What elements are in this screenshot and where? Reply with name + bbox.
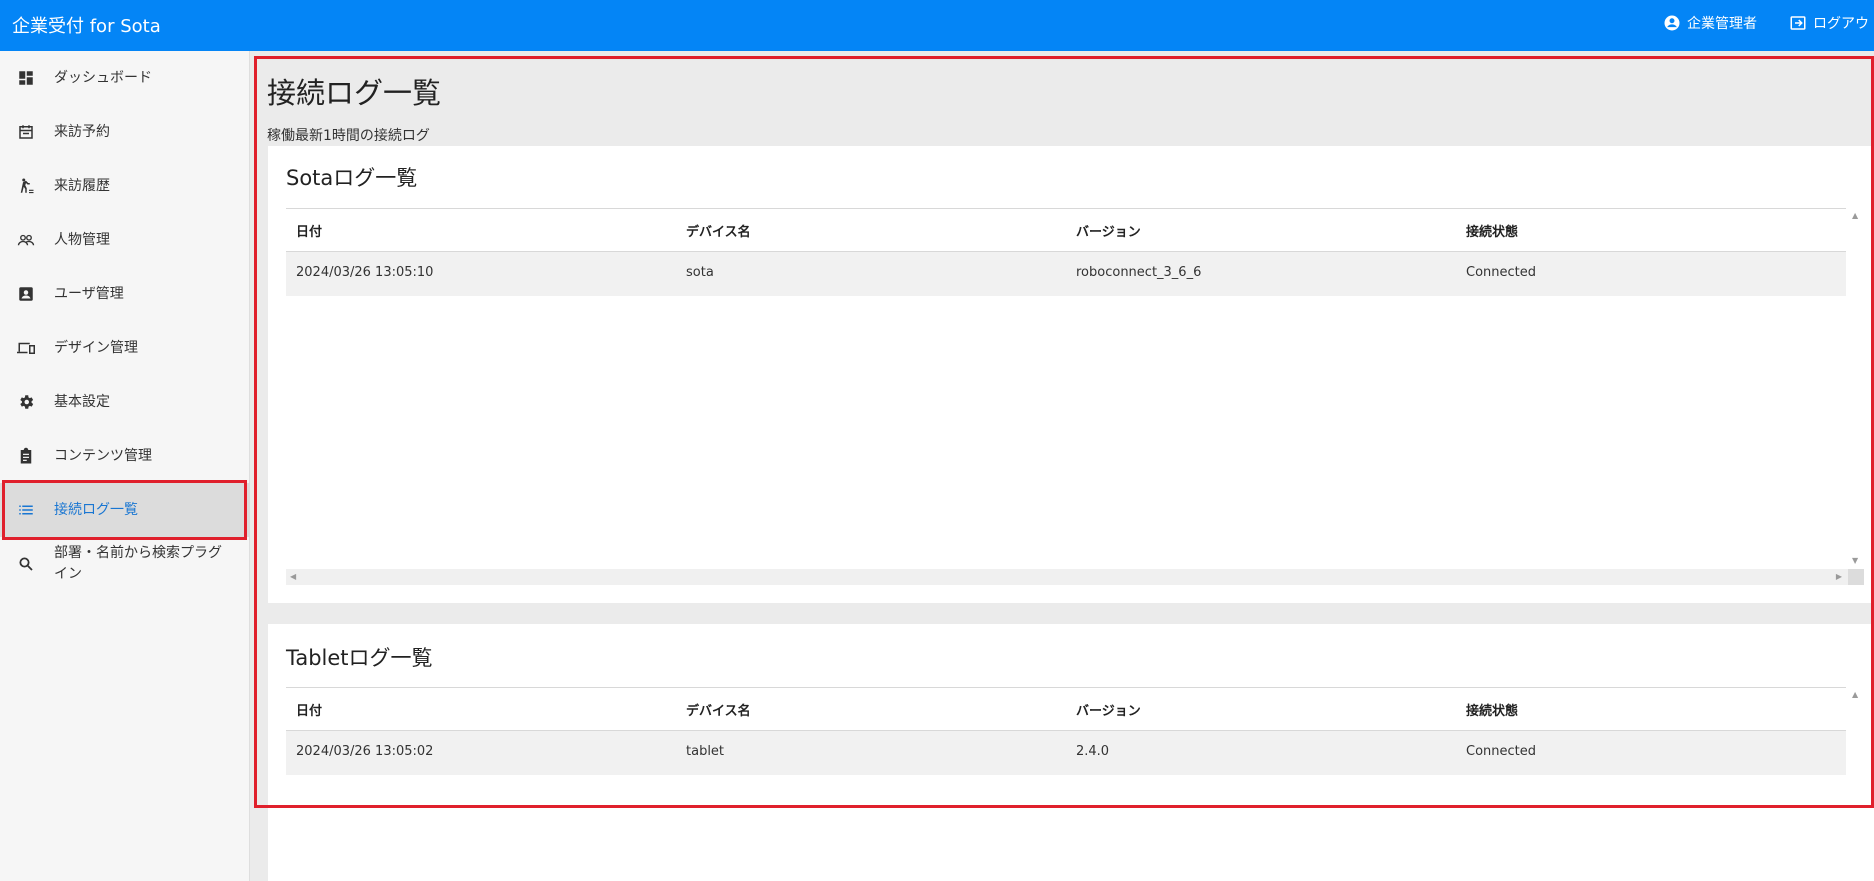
search-icon [14, 552, 38, 576]
column-header-version[interactable]: バージョン [1076, 221, 1141, 240]
cell-status: Connected [1466, 744, 1537, 759]
scroll-up-arrow-icon[interactable]: ▲ [1852, 212, 1858, 220]
sidebar-item-label: ユーザ管理 [54, 285, 124, 302]
sidebar-item-label: ダッシュボード [54, 69, 152, 86]
logout-label: ログアウ [1813, 16, 1869, 32]
sidebar-item-label: 接続ログ一覧 [54, 501, 138, 518]
tablet-log-card: Tabletログ一覧 日付 デバイス名 バージョン 接続状態 2024/03/2… [268, 624, 1874, 881]
sidebar-item-label: 部署・名前から検索プラグイン [54, 545, 222, 582]
sidebar-item-visit-history[interactable]: 来訪履歴 [0, 159, 250, 213]
sidebar-item-label: 人物管理 [54, 231, 110, 248]
cell-status: Connected [1466, 265, 1537, 280]
sidebar-item-connection-logs[interactable]: 接続ログ一覧 [0, 483, 250, 537]
table-header: 日付 デバイス名 バージョン 接続状態 [286, 687, 1846, 731]
sidebar-item-people[interactable]: 人物管理 [0, 213, 250, 267]
account-circle-icon [1663, 14, 1681, 32]
logout-icon [1789, 14, 1807, 32]
dashboard-icon [14, 66, 38, 90]
column-header-date[interactable]: 日付 [296, 221, 322, 240]
horizontal-scrollbar[interactable]: ◀ ▶ [286, 569, 1864, 585]
sidebar-item-dashboard[interactable]: ダッシュボード [0, 51, 250, 105]
sidebar-item-visit-reservation[interactable]: 来訪予約 [0, 105, 250, 159]
table-row[interactable]: 2024/03/26 13:05:10 sota roboconnect_3_6… [286, 252, 1846, 296]
gear-icon [14, 390, 38, 414]
page-subtitle: 稼働最新1時間の接続ログ [267, 128, 430, 144]
column-header-date[interactable]: 日付 [296, 700, 322, 719]
column-header-status[interactable]: 接続状態 [1466, 221, 1518, 240]
sidebar: ダッシュボード 来訪予約 来訪履歴 人物管理 ユーザ管理 デザイン管理 基本設定… [0, 51, 250, 881]
app-header: 企業受付 for Sota 企業管理者 ログアウ [0, 0, 1874, 51]
sidebar-item-basic-settings[interactable]: 基本設定 [0, 375, 250, 429]
table-row[interactable]: 2024/03/26 13:05:02 tablet 2.4.0 Connect… [286, 731, 1846, 775]
sidebar-item-label: 基本設定 [54, 393, 110, 410]
sidebar-item-label: コンテンツ管理 [54, 447, 152, 464]
contact-card-icon [14, 282, 38, 306]
tablet-card-title: Tabletログ一覧 [286, 646, 433, 670]
column-header-device-name[interactable]: デバイス名 [686, 221, 751, 240]
list-icon [14, 498, 38, 522]
column-header-device-name[interactable]: デバイス名 [686, 700, 751, 719]
sota-card-title: Sotaログ一覧 [286, 166, 418, 190]
cell-version: 2.4.0 [1076, 744, 1110, 759]
vertical-scrollbar[interactable]: ▲ ▼ [1848, 208, 1864, 569]
cell-date: 2024/03/26 13:05:02 [296, 744, 434, 759]
table-header: 日付 デバイス名 バージョン 接続状態 [286, 208, 1846, 252]
sidebar-item-design[interactable]: デザイン管理 [0, 321, 250, 375]
tablet-log-table: 日付 デバイス名 バージョン 接続状態 2024/03/26 13:05:02 … [286, 687, 1846, 787]
sidebar-item-contents[interactable]: コンテンツ管理 [0, 429, 250, 483]
cell-version: roboconnect_3_6_6 [1076, 265, 1202, 280]
cell-date: 2024/03/26 13:05:10 [296, 265, 434, 280]
sidebar-item-label: 来訪履歴 [54, 177, 110, 194]
walk-icon [14, 174, 38, 198]
people-icon [14, 228, 38, 252]
sidebar-item-label: 来訪予約 [54, 123, 110, 140]
sidebar-item-label: デザイン管理 [54, 339, 138, 356]
sidebar-item-users[interactable]: ユーザ管理 [0, 267, 250, 321]
column-header-version[interactable]: バージョン [1076, 700, 1141, 719]
calendar-icon [14, 120, 38, 144]
devices-icon [14, 336, 38, 360]
cell-device-name: tablet [686, 744, 725, 759]
user-name: 企業管理者 [1687, 16, 1757, 32]
scroll-up-arrow-icon[interactable]: ▲ [1852, 691, 1858, 699]
scroll-down-arrow-icon[interactable]: ▼ [1852, 557, 1858, 565]
clipboard-icon [14, 444, 38, 468]
scroll-right-arrow-icon[interactable]: ▶ [1836, 573, 1842, 581]
column-header-status[interactable]: 接続状態 [1466, 700, 1518, 719]
cell-device-name: sota [686, 265, 714, 280]
vertical-scrollbar[interactable]: ▲ [1848, 687, 1864, 727]
sota-log-table: 日付 デバイス名 バージョン 接続状態 2024/03/26 13:05:10 … [286, 208, 1846, 585]
sota-log-card: Sotaログ一覧 日付 デバイス名 バージョン 接続状態 2024/03/26 … [268, 146, 1874, 603]
logout-button[interactable]: ログアウ [1789, 12, 1869, 34]
page-title: 接続ログ一覧 [267, 76, 442, 110]
user-menu[interactable]: 企業管理者 [1663, 12, 1757, 34]
scrollbar-corner [1848, 569, 1864, 585]
scroll-left-arrow-icon[interactable]: ◀ [290, 573, 296, 581]
sidebar-item-search-plugin[interactable]: 部署・名前から検索プラグイン [0, 537, 250, 591]
app-title: 企業受付 for Sota [12, 16, 161, 37]
